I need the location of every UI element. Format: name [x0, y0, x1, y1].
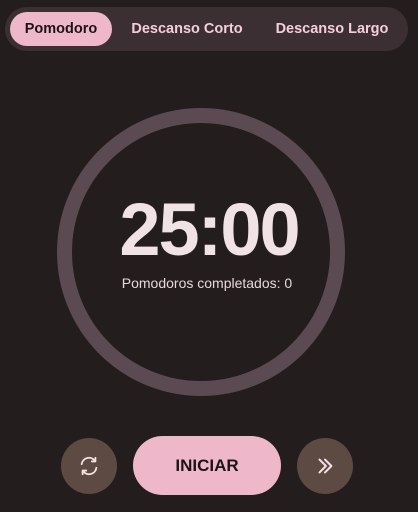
pomodoro-app: Pomodoro Descanso Corto Descanso Largo 2… [0, 0, 418, 512]
timer-display: 25:00 [119, 188, 300, 271]
tab-pomodoro[interactable]: Pomodoro [10, 12, 112, 46]
reset-button[interactable] [61, 438, 117, 494]
completed-count: 0 [284, 275, 293, 291]
completed-counter: Pomodoros completados: 0 [0, 275, 414, 291]
mode-tabs: Pomodoro Descanso Corto Descanso Largo [5, 7, 408, 51]
start-button[interactable]: INICIAR [133, 436, 281, 495]
skip-button[interactable] [297, 438, 353, 494]
refresh-icon [78, 455, 100, 477]
tab-long-break[interactable]: Descanso Largo [261, 12, 403, 46]
completed-label: Pomodoros completados: [121, 275, 281, 291]
double-chevron-right-icon [314, 455, 336, 477]
tab-short-break[interactable]: Descanso Corto [117, 12, 257, 46]
